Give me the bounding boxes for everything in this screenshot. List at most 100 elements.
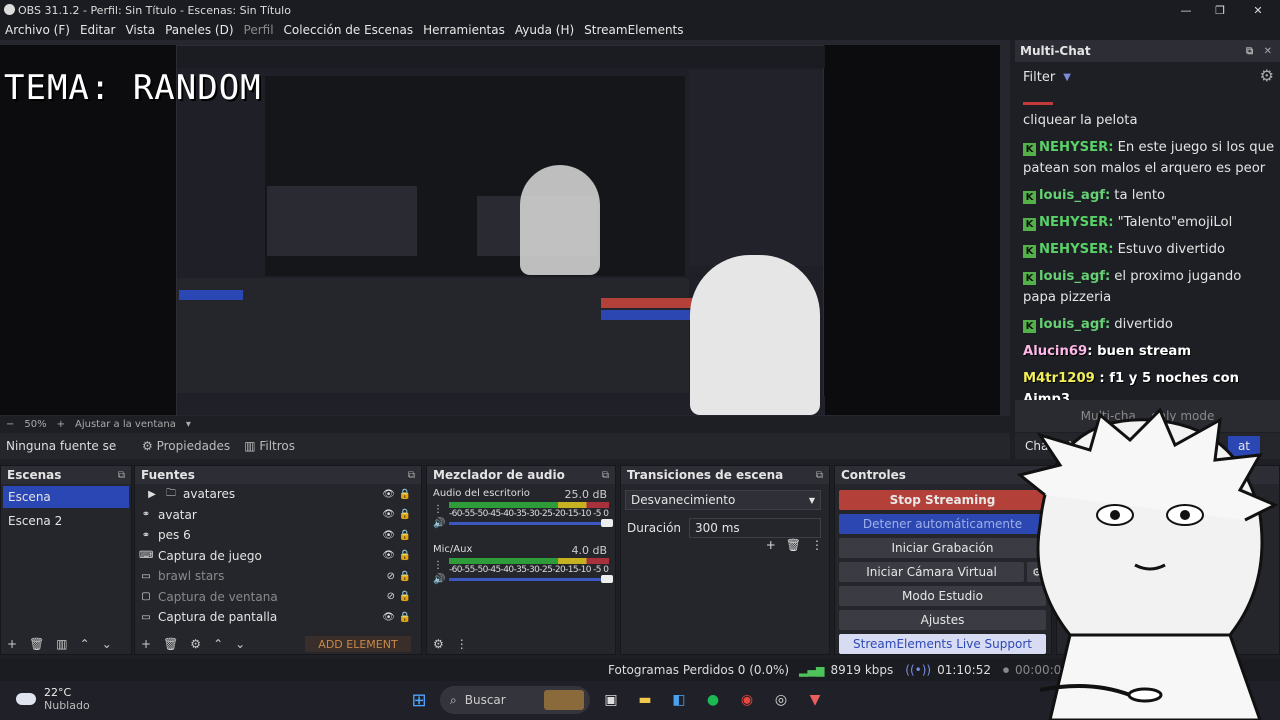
trash-icon[interactable]: 🗑	[786, 538, 801, 552]
lock-icon[interactable]: 🔒	[399, 509, 411, 520]
dock-float-icon[interactable]: ⧉ ✕	[1246, 46, 1272, 57]
taskbar-search[interactable]: ⌕ Buscar	[440, 686, 590, 714]
gear-icon[interactable]: ⚙	[433, 637, 444, 651]
lock-icon[interactable]: 🔒	[399, 591, 411, 602]
chat-messages: cliquear la pelota K NEHYSER: En este jueg…	[1023, 110, 1275, 416]
menu-editar[interactable]: Editar	[75, 23, 121, 37]
source-item-captura-ventana[interactable]: ▢ Captura de ventana ⊘ 🔒	[135, 587, 421, 608]
scenes-title: Escenas	[7, 468, 62, 482]
trash-icon[interactable]: 🗑	[163, 637, 178, 651]
eye-icon[interactable]: 👁	[382, 530, 395, 541]
menu-streamelements[interactable]: StreamElements	[579, 23, 688, 37]
more-vertical-icon[interactable]: ⋮	[456, 637, 468, 651]
menu-vista[interactable]: Vista	[120, 23, 160, 37]
gear-icon[interactable]: ⚙	[190, 637, 201, 651]
menu-ayuda[interactable]: Ayuda (H)	[510, 23, 579, 37]
weather-widget[interactable]: 22°C Nublado	[16, 686, 90, 712]
arrow-up-icon[interactable]: ⌃	[80, 637, 90, 651]
trash-icon[interactable]: 🗑	[29, 637, 44, 651]
fit-window-button[interactable]: Ajustar a la ventana	[75, 419, 176, 430]
file-explorer-icon[interactable]: ▬	[632, 687, 658, 713]
add-icon[interactable]: +	[766, 538, 776, 552]
more-vertical-icon[interactable]: ⋮	[433, 504, 443, 515]
scene-item-escena-2[interactable]: Escena 2	[3, 510, 129, 532]
properties-label: Propiedades	[156, 439, 231, 453]
eye-hidden-icon[interactable]: ⊘	[387, 571, 395, 582]
zoom-in-icon[interactable]: +	[57, 419, 65, 430]
source-item-avatares[interactable]: ▶ 🗀 avatares 👁 🔒	[135, 484, 421, 505]
overlay-title-text: TEMA: RANDOM	[4, 68, 262, 108]
more-vertical-icon[interactable]: ⋮	[433, 560, 443, 571]
slider-knob[interactable]	[601, 575, 613, 583]
gear-icon[interactable]: ⚙	[1260, 66, 1274, 85]
eye-icon[interactable]: 👁	[382, 612, 395, 623]
source-label: Captura de pantalla	[158, 610, 278, 625]
lock-icon[interactable]: 🔒	[399, 612, 411, 623]
menu-paneles[interactable]: Paneles (D)	[160, 23, 238, 37]
streamelements-icon[interactable]: ▼	[802, 687, 828, 713]
lock-icon[interactable]: 🔒	[399, 489, 411, 500]
menu-coleccion-escenas[interactable]: Colección de Escenas	[279, 23, 419, 37]
lock-icon[interactable]: 🔒	[399, 530, 411, 541]
lock-icon[interactable]: 🔒	[399, 550, 411, 561]
slider-knob[interactable]	[601, 519, 613, 527]
source-label: avatar	[158, 507, 197, 522]
speaker-icon[interactable]: 🔊	[433, 574, 445, 585]
add-element-button[interactable]: ADD ELEMENT	[305, 636, 411, 652]
chrome-icon[interactable]: ◉	[734, 687, 760, 713]
dock-float-icon[interactable]: ⧉	[408, 470, 415, 481]
zoom-out-icon[interactable]: −	[6, 419, 14, 430]
start-virtual-camera-button[interactable]: Iniciar Cámara Virtual	[839, 562, 1024, 582]
properties-button[interactable]: ⚙ Propiedades	[142, 439, 230, 453]
menu-perfil[interactable]: Perfil	[239, 23, 279, 37]
chevron-down-icon[interactable]: ▾	[186, 419, 191, 430]
transition-actions: + 🗑 ⋮	[766, 538, 823, 552]
scene-item-escena[interactable]: Escena	[3, 486, 129, 508]
arrow-up-icon[interactable]: ⌃	[213, 637, 223, 651]
source-item-avatar[interactable]: ⚭ avatar 👁 🔒	[135, 505, 421, 526]
speaker-icon[interactable]: 🔊	[433, 518, 445, 529]
add-icon[interactable]: +	[141, 637, 151, 651]
meter-scale: -60-55-50-45-40-35-30-25-20-15-10 -5 0	[449, 565, 609, 575]
obs-taskbar-icon[interactable]: ◎	[768, 687, 794, 713]
weather-condition: Nublado	[44, 699, 90, 712]
menu-herramientas[interactable]: Herramientas	[418, 23, 510, 37]
duration-input[interactable]: 300 ms	[689, 518, 821, 538]
spotify-icon[interactable]: ●	[700, 687, 726, 713]
lock-icon[interactable]: 🔒	[399, 571, 411, 582]
chat-filter[interactable]: Filter ▼ ⚙	[1015, 62, 1280, 92]
dock-float-icon[interactable]: ⧉	[118, 470, 125, 481]
volume-slider[interactable]	[449, 519, 613, 527]
task-view-icon[interactable]: ▣	[598, 687, 624, 713]
eye-icon[interactable]: 👁	[382, 509, 395, 520]
sources-title: Fuentes	[141, 468, 195, 482]
eye-hidden-icon[interactable]: ⊘	[387, 591, 395, 602]
source-item-brawl-stars[interactable]: ▭ brawl stars ⊘ 🔒	[135, 566, 421, 587]
window-title: OBS 31.1.2 - Perfil: Sin Título - Escena…	[18, 3, 291, 17]
zoom-bar: − 50% + Ajustar a la ventana ▾	[0, 416, 1010, 432]
source-item-captura-juego[interactable]: ⌨ Captura de juego 👁 🔒	[135, 546, 421, 567]
minimize-icon[interactable]: —	[1168, 0, 1204, 20]
maximize-icon[interactable]: ❐	[1202, 0, 1238, 20]
arrow-down-icon[interactable]: ⌄	[235, 637, 245, 651]
link-icon: ⚭	[141, 529, 151, 541]
filters-button[interactable]: ▥ Filtros	[244, 439, 295, 453]
chevron-right-icon[interactable]: ▶	[145, 489, 159, 500]
menu-archivo[interactable]: Archivo (F)	[0, 23, 75, 37]
close-icon[interactable]: ✕	[1240, 0, 1276, 20]
dock-float-icon[interactable]: ⧉	[816, 470, 823, 481]
transition-select[interactable]: Desvanecimiento ▼	[625, 490, 821, 510]
filter-icon[interactable]: ▥	[56, 637, 67, 651]
source-item-captura-pantalla[interactable]: ▭ Captura de pantalla 👁 🔒	[135, 607, 421, 628]
source-item-pes-6[interactable]: ⚭ pes 6 👁 🔒	[135, 525, 421, 546]
more-vertical-icon[interactable]: ⋮	[811, 538, 823, 552]
store-icon[interactable]: ◧	[666, 687, 692, 713]
scenes-footer: + 🗑 ▥ ⌃ ⌄	[1, 634, 131, 654]
windows-start-icon[interactable]: ⊞	[406, 687, 432, 713]
add-icon[interactable]: +	[7, 637, 17, 651]
eye-icon[interactable]: 👁	[382, 550, 395, 561]
arrow-down-icon[interactable]: ⌄	[102, 637, 112, 651]
volume-slider[interactable]	[449, 575, 613, 583]
eye-icon[interactable]: 👁	[382, 489, 395, 500]
dock-float-icon[interactable]: ⧉	[602, 470, 609, 481]
